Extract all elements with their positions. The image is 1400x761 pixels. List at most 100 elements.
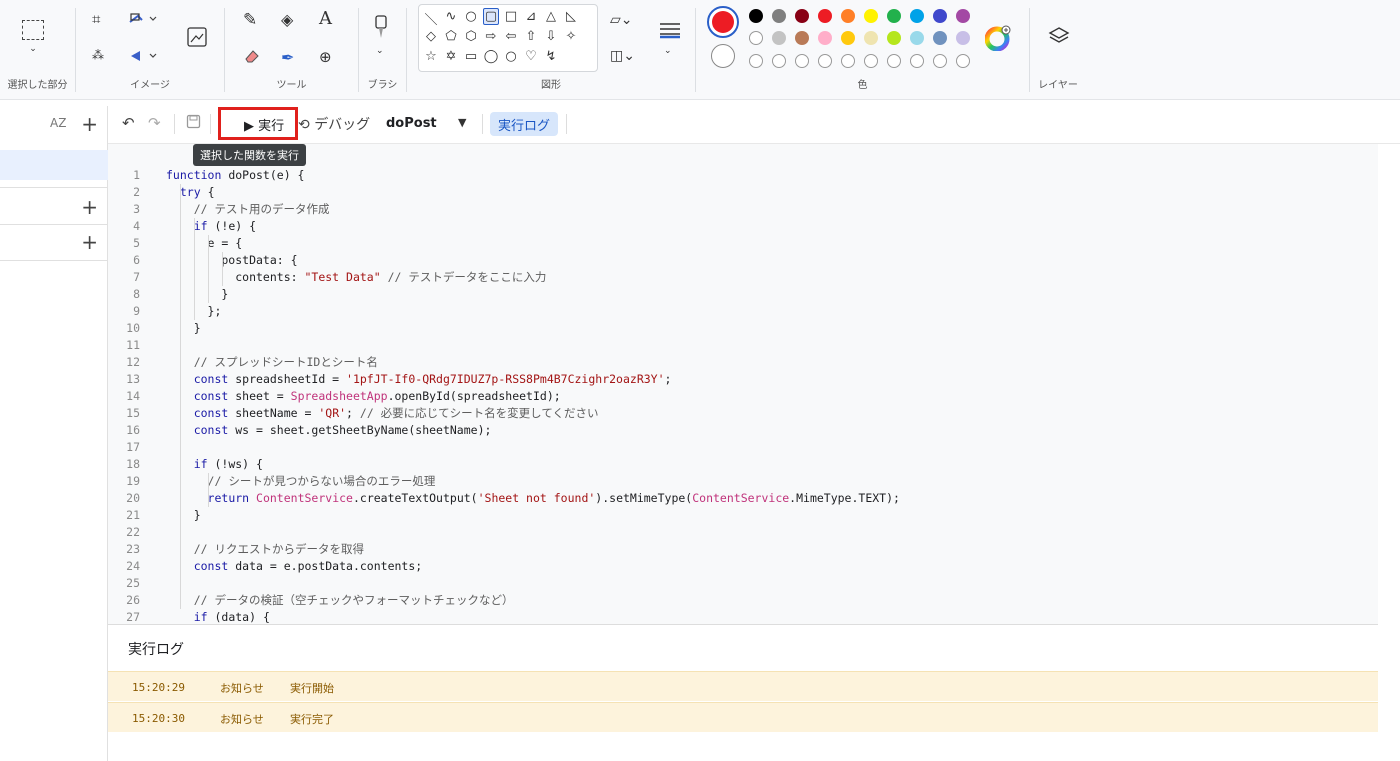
chevron-down-icon[interactable]: ⌄	[664, 46, 672, 56]
line-shape-icon[interactable]: ＼	[423, 9, 439, 28]
color-picker-icon[interactable]: ✒	[281, 48, 294, 67]
six-point-star-shape-icon[interactable]: ✡	[443, 49, 459, 64]
curve-shape-icon[interactable]: ∿	[443, 9, 459, 24]
lightning-shape-icon[interactable]: ↯	[543, 49, 559, 64]
cloud-callout-shape-icon[interactable]: ○	[503, 49, 519, 64]
color-swatch[interactable]	[956, 31, 970, 45]
edit-colors-icon[interactable]	[985, 25, 1011, 51]
save-icon[interactable]	[186, 114, 201, 133]
code-line[interactable]: 24 const data = e.postData.contents;	[108, 558, 1378, 575]
function-select[interactable]: doPost	[386, 116, 437, 131]
brush-icon[interactable]	[373, 14, 389, 40]
primary-color-swatch[interactable]	[707, 6, 739, 38]
code-line[interactable]: 9 };	[108, 303, 1378, 320]
add-file-icon[interactable]: +	[81, 114, 98, 134]
fill-bucket-icon[interactable]: ◈	[281, 10, 293, 29]
sort-az-icon[interactable]: AZ	[50, 116, 66, 130]
code-line[interactable]: 22	[108, 524, 1378, 541]
code-line[interactable]: 21 }	[108, 507, 1378, 524]
rectangular-select-icon[interactable]	[22, 20, 44, 40]
code-line[interactable]: 4 if (!e) {	[108, 218, 1378, 235]
crop-icon[interactable]: ⌗	[92, 10, 100, 28]
code-line[interactable]: 10 }	[108, 320, 1378, 337]
add-service-icon[interactable]: +	[81, 232, 98, 252]
color-swatch[interactable]	[933, 31, 947, 45]
chevron-down-icon[interactable]: ⌄	[26, 44, 40, 54]
color-swatch[interactable]	[841, 9, 855, 23]
code-line[interactable]: 5 e = {	[108, 235, 1378, 252]
color-swatch[interactable]	[887, 31, 901, 45]
code-line[interactable]: 19 // シートが見つからない場合のエラー処理	[108, 473, 1378, 490]
code-line[interactable]: 27 if (data) {	[108, 609, 1378, 624]
right-triangle-shape-icon[interactable]: ◺	[563, 9, 579, 24]
empty-color-swatch[interactable]	[795, 54, 809, 68]
pentagon-shape-icon[interactable]: ⬠	[443, 29, 459, 44]
empty-color-swatch[interactable]	[841, 54, 855, 68]
text-icon[interactable]: A	[319, 8, 332, 29]
code-line[interactable]: 17	[108, 439, 1378, 456]
color-swatch[interactable]	[864, 31, 878, 45]
code-line[interactable]: 15 const sheetName = 'QR'; // 必要に応じてシート名…	[108, 405, 1378, 422]
oval-shape-icon[interactable]: ○	[463, 9, 479, 24]
oval-callout-shape-icon[interactable]: ◯	[483, 49, 499, 64]
layers-icon[interactable]	[1048, 26, 1070, 46]
color-swatch[interactable]	[910, 31, 924, 45]
undo-icon[interactable]: ↶	[122, 114, 135, 132]
rounded-rectangle-shape-icon[interactable]: ▢	[483, 8, 499, 25]
color-swatch[interactable]	[795, 31, 809, 45]
empty-color-swatch[interactable]	[749, 54, 763, 68]
chevron-down-icon[interactable]: ⌄	[376, 46, 384, 56]
outline-icon[interactable]: ▱⌄	[610, 12, 633, 28]
color-swatch[interactable]	[818, 9, 832, 23]
execution-log-button[interactable]: 実行ログ	[490, 112, 559, 136]
add-library-icon[interactable]: +	[81, 197, 98, 217]
code-line[interactable]: 23 // リクエストからデータを取得	[108, 541, 1378, 558]
color-swatch[interactable]	[956, 9, 970, 23]
fill-icon[interactable]: ◫⌄	[610, 48, 635, 64]
code-line[interactable]: 26 // データの検証（空チェックやフォーマットチェックなど）	[108, 592, 1378, 609]
polygon-shape-icon[interactable]: ⊿	[523, 9, 539, 24]
pencil-icon[interactable]: ✎	[243, 10, 257, 30]
diamond-shape-icon[interactable]: ◇	[423, 29, 439, 44]
editor-scrollbar[interactable]	[1378, 144, 1400, 624]
code-editor[interactable]: 1 function doPost(e) {2 try {3 // テスト用のデー…	[108, 144, 1378, 624]
shapes-gallery[interactable]: ＼ ∿ ○ ▢ □ ⊿ △ ◺ ◇ ⬠ ⬡ ⇨ ⇦ ⇧ ⇩ ✧ ☆ ✡ ▭ ◯ …	[418, 4, 598, 72]
code-line[interactable]: 16 const ws = sheet.getSheetByName(sheet…	[108, 422, 1378, 439]
code-line[interactable]: 11	[108, 337, 1378, 354]
color-swatch[interactable]	[933, 9, 947, 23]
color-swatch[interactable]	[841, 31, 855, 45]
redo-icon[interactable]: ↷	[148, 114, 161, 132]
empty-color-swatch[interactable]	[864, 54, 878, 68]
rounded-callout-shape-icon[interactable]: ▭	[463, 49, 479, 64]
color-swatch[interactable]	[749, 9, 763, 23]
debug-button[interactable]: ⟲ デバッグ	[298, 114, 370, 134]
heart-shape-icon[interactable]: ♡	[523, 49, 539, 64]
right-arrow-shape-icon[interactable]: ⇨	[483, 29, 499, 44]
code-line[interactable]: 12 // スプレッドシートIDとシート名	[108, 354, 1378, 371]
empty-color-swatch[interactable]	[956, 54, 970, 68]
code-line[interactable]: 1 function doPost(e) {	[108, 167, 1378, 184]
image-properties-icon[interactable]	[186, 26, 208, 48]
four-point-star-shape-icon[interactable]: ✧	[563, 29, 579, 44]
triangle-shape-icon[interactable]: △	[543, 9, 559, 24]
color-swatch[interactable]	[772, 9, 786, 23]
resize-icon[interactable]	[128, 10, 158, 28]
five-point-star-shape-icon[interactable]: ☆	[423, 49, 439, 64]
empty-color-swatch[interactable]	[910, 54, 924, 68]
secondary-color-swatch[interactable]	[711, 44, 735, 68]
code-line[interactable]: 7 contents: "Test Data" // テストデータをここに入力	[108, 269, 1378, 286]
down-arrow-shape-icon[interactable]: ⇩	[543, 29, 559, 44]
empty-color-swatch[interactable]	[772, 54, 786, 68]
code-line[interactable]: 20 return ContentService.createTextOutpu…	[108, 490, 1378, 507]
code-line[interactable]: 6 postData: {	[108, 252, 1378, 269]
rotate-icon[interactable]	[128, 48, 158, 64]
color-swatch[interactable]	[795, 9, 809, 23]
code-line[interactable]: 2 try {	[108, 184, 1378, 201]
color-swatch[interactable]	[910, 9, 924, 23]
code-line[interactable]: 8 }	[108, 286, 1378, 303]
dropdown-caret-icon[interactable]: ▼	[458, 116, 466, 129]
code-line[interactable]: 13 const spreadsheetId = '1pfJT-If0-QRdg…	[108, 371, 1378, 388]
color-swatch[interactable]	[772, 31, 786, 45]
code-line[interactable]: 25	[108, 575, 1378, 592]
eraser-icon[interactable]	[243, 48, 261, 64]
